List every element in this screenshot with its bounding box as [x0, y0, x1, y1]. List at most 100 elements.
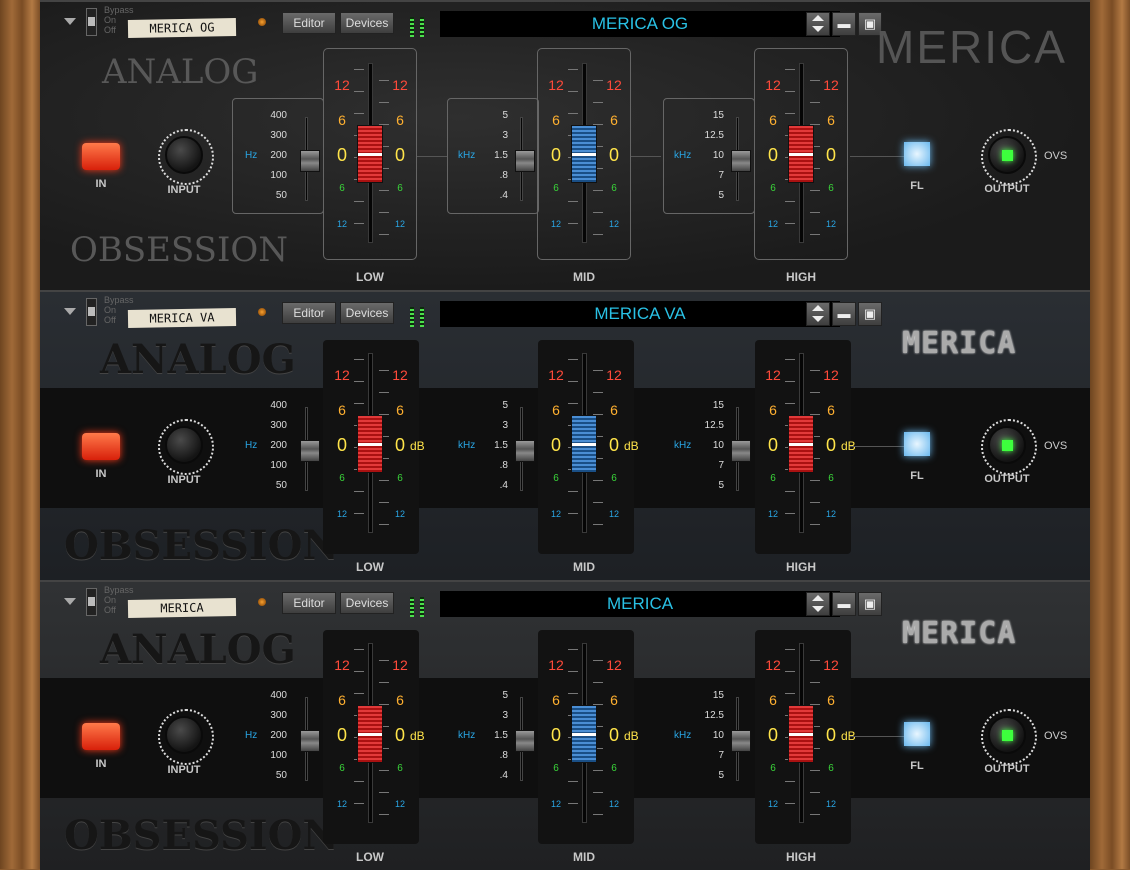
gain-scale-right-top: 12	[606, 367, 622, 383]
gain-fader-mid[interactable]	[571, 705, 597, 763]
output-label: OUTPUT	[984, 473, 1030, 485]
preset-name-display[interactable]: MERICA	[440, 591, 840, 617]
gain-scale-left-top: 12	[765, 657, 781, 673]
in-button[interactable]	[82, 723, 120, 750]
freq-box-high: kHz 15 12.5 10 7 5	[663, 678, 755, 794]
folder-icon[interactable]: ▬	[832, 592, 856, 616]
output-knob[interactable]	[981, 419, 1037, 475]
gain-tick	[810, 682, 820, 683]
bypass-on-off-switch[interactable]	[86, 298, 97, 326]
gain-fader-high[interactable]	[788, 125, 814, 183]
gain-scale-right-lower: 6	[611, 183, 617, 194]
device-header: Bypass On Off MERICA VA Editor Devices M…	[40, 292, 1090, 330]
save-icon[interactable]: ▣	[858, 592, 882, 616]
input-knob[interactable]	[158, 709, 214, 765]
gain-fader-high[interactable]	[788, 415, 814, 473]
fl-button[interactable]	[904, 142, 930, 166]
devices-button[interactable]: Devices	[340, 592, 394, 614]
input-knob[interactable]	[158, 419, 214, 475]
freq-fader-high[interactable]	[731, 730, 751, 752]
folder-icon[interactable]: ▬	[832, 12, 856, 36]
fl-button[interactable]	[904, 722, 930, 746]
gain-db-unit-low: dB	[410, 729, 425, 743]
gain-scale-right-top: 12	[392, 77, 408, 93]
editor-button[interactable]: Editor	[282, 12, 336, 34]
gain-scale-left-bottom: 12	[336, 799, 347, 809]
freq-scale-high: 10	[712, 440, 724, 451]
devices-button[interactable]: Devices	[340, 302, 394, 324]
gain-fader-low[interactable]	[357, 705, 383, 763]
gain-scale-right-top: 12	[606, 77, 622, 93]
gain-tick	[810, 190, 820, 191]
editor-button[interactable]: Editor	[282, 592, 336, 614]
signal-line	[850, 156, 904, 157]
gain-scale-right-bottom: 12	[394, 799, 405, 809]
output-knob[interactable]	[981, 129, 1037, 185]
gain-box-high: 12 12 6 6 0 0 6 6 12 12	[754, 48, 848, 260]
freq-fader-mid[interactable]	[515, 150, 535, 172]
devices-button[interactable]: Devices	[340, 12, 394, 34]
gain-tick	[379, 524, 389, 525]
freq-fader-low[interactable]	[300, 730, 320, 752]
bypass-on-off-switch[interactable]	[86, 588, 97, 616]
gain-tick	[379, 682, 389, 683]
gain-scale-right-upper: 6	[610, 692, 618, 708]
gain-fader-low[interactable]	[357, 125, 383, 183]
gain-box-mid: 12 12 6 6 0 0 6 6 12 12	[537, 48, 631, 260]
device-name-tape[interactable]: MERICA OG	[127, 18, 237, 38]
in-button[interactable]	[82, 143, 120, 170]
gain-tick	[785, 803, 795, 804]
gain-box-low: 12 12 6 6 0 0 6 6 12 12 dB	[323, 628, 425, 840]
freq-fader-mid[interactable]	[515, 440, 535, 462]
deco-analog-text: ANALOG	[100, 626, 296, 673]
preset-arrows-icon[interactable]	[806, 302, 830, 326]
freq-scale-high: 5	[718, 770, 724, 781]
output-knob[interactable]	[981, 709, 1037, 765]
gain-tick	[379, 660, 389, 661]
signal-line	[631, 156, 661, 157]
gain-fader-mid[interactable]	[571, 125, 597, 183]
preset-arrows-icon[interactable]	[806, 12, 830, 36]
freq-fader-mid[interactable]	[515, 730, 535, 752]
preset-arrows-icon[interactable]	[806, 592, 830, 616]
collapse-arrow-icon[interactable]	[64, 598, 76, 605]
bypass-on-off-switch[interactable]	[86, 8, 97, 36]
gain-db-unit-mid: dB	[624, 439, 639, 453]
input-knob[interactable]	[158, 129, 214, 185]
freq-scale-high: 7	[718, 170, 724, 181]
input-label: INPUT	[167, 474, 201, 486]
band-label-mid: MID	[573, 270, 595, 284]
in-button[interactable]	[82, 433, 120, 460]
gain-fader-high[interactable]	[788, 705, 814, 763]
gain-tick	[810, 792, 820, 793]
gain-scale-right-center: 0	[394, 725, 405, 745]
fl-button[interactable]	[904, 432, 930, 456]
freq-fader-low[interactable]	[300, 150, 320, 172]
device-name-tape[interactable]: MERICA	[127, 598, 237, 618]
preset-name-display[interactable]: MERICA VA	[440, 301, 840, 327]
ovs-label: OVS	[1044, 730, 1068, 742]
freq-fader-low[interactable]	[300, 440, 320, 462]
collapse-arrow-icon[interactable]	[64, 18, 76, 25]
editor-button[interactable]: Editor	[282, 302, 336, 324]
level-meter-icon	[408, 593, 434, 617]
save-icon[interactable]: ▣	[858, 302, 882, 326]
gain-scale-right-bottom: 12	[608, 509, 619, 519]
device-name-tape[interactable]: MERICA VA	[127, 308, 237, 328]
freq-fader-high[interactable]	[731, 440, 751, 462]
collapse-arrow-icon[interactable]	[64, 308, 76, 315]
gain-tick	[568, 403, 578, 404]
gain-tick	[568, 91, 578, 92]
gain-scale-left-upper: 6	[338, 692, 346, 708]
device-header: Bypass On Off MERICA Editor Devices MERI…	[40, 582, 1090, 620]
preset-name-display[interactable]: MERICA OG	[440, 11, 840, 37]
gain-scale-left-bottom: 12	[336, 219, 347, 229]
gain-fader-low[interactable]	[357, 415, 383, 473]
gain-scale-left-center: 0	[550, 145, 561, 165]
gain-box-high: 12 12 6 6 0 0 6 6 12 12 dB	[754, 338, 856, 550]
gain-fader-mid[interactable]	[571, 415, 597, 473]
freq-fader-high[interactable]	[731, 150, 751, 172]
folder-icon[interactable]: ▬	[832, 302, 856, 326]
freq-scale-high: 10	[712, 730, 724, 741]
gain-tick	[810, 480, 820, 481]
